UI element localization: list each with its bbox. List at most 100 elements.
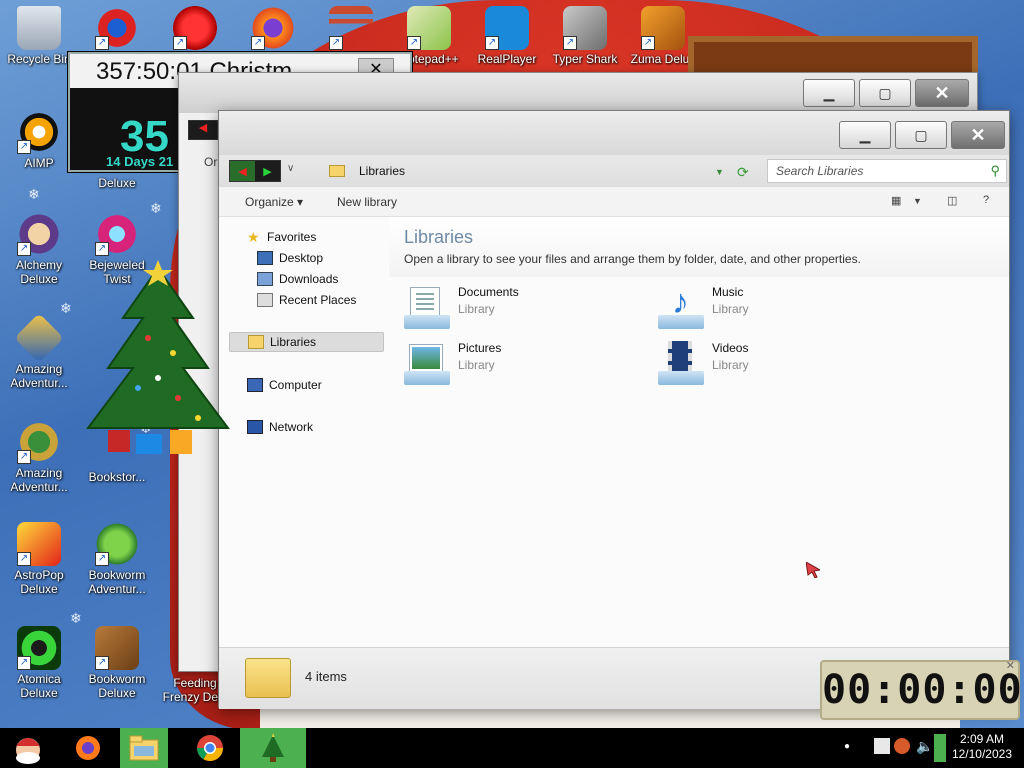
aimp-icon: ↗ — [17, 110, 61, 154]
stopwatch-display: 00:00:00 — [822, 667, 1023, 713]
library-kind: Library — [712, 302, 749, 316]
christmas-tree-gadget[interactable] — [78, 258, 238, 488]
address-dropdown-icon[interactable]: ▼ — [715, 167, 724, 177]
desktop-icon-firefox[interactable]: ↗ — [234, 6, 312, 52]
organize-label: Organize — [245, 195, 294, 209]
snowflake-icon: ❄ — [28, 186, 40, 202]
tray-dot-icon[interactable]: ● — [844, 741, 850, 752]
nav-recent-places[interactable]: Recent Places — [257, 290, 356, 310]
desktop-icon-amazing1[interactable]: Amazing Adventur... — [0, 313, 78, 390]
back-window-nav-button[interactable]: ◀ — [188, 120, 218, 140]
search-icon[interactable]: ⚲ — [990, 163, 1000, 179]
desktop-icon-amazing2[interactable]: ↗ Amazing Adventur... — [0, 420, 78, 494]
nav-libraries[interactable]: Libraries — [229, 332, 384, 352]
desktop-icon-label: AstroPop Deluxe — [14, 568, 64, 596]
gadget-close-icon[interactable]: ✕ — [1006, 660, 1016, 672]
taskbar-explorer[interactable] — [120, 728, 168, 768]
countdown-days: 14 Days 21 — [106, 154, 174, 169]
nav-label: Computer — [269, 378, 322, 392]
taskbar: ● 🔈 2:09 AM 12/10/2023 — [0, 728, 1024, 768]
library-item-music[interactable]: ♪ Music Library — [658, 285, 749, 331]
system-tray: ● 🔈 2:09 AM 12/10/2023 — [824, 728, 1024, 768]
explorer-window-libraries[interactable]: ▁ ▢ ✕ ◀ ▶ ∨ Libraries ▼ ⟳ Search Librari… — [218, 110, 1010, 709]
red-ball-icon: ↗ — [173, 6, 217, 50]
taskbar-christmas-tree[interactable] — [240, 728, 306, 768]
photo-frame-widget — [688, 36, 978, 76]
desktop-icon-realplayer[interactable]: ↗ RealPlayer — [468, 6, 546, 66]
desktop-icon-label: Amazing Adventur... — [10, 362, 68, 390]
new-library-button[interactable]: New library — [337, 195, 397, 209]
library-item-pictures[interactable]: Pictures Library — [404, 341, 501, 387]
stopwatch-gadget[interactable]: 00:00:00 ✕ — [820, 660, 1023, 720]
desktop-icon-label: Recycle Bin — [7, 52, 71, 66]
nav-label: Libraries — [270, 335, 317, 349]
library-item-documents[interactable]: Documents Library — [404, 285, 519, 331]
maximize-button[interactable]: ▢ — [895, 121, 947, 149]
library-kind: Library — [458, 358, 495, 372]
nav-computer[interactable]: Computer — [247, 375, 322, 395]
game-2k-icon: ↗ — [95, 6, 139, 50]
forward-arrow-icon[interactable]: ▶ — [255, 161, 280, 181]
gem-icon: ↗ — [95, 212, 139, 256]
taskbar-chrome[interactable] — [188, 728, 232, 768]
tray-app-icon[interactable] — [894, 738, 910, 754]
close-button[interactable]: ✕ — [915, 79, 969, 107]
library-name: Music — [712, 285, 744, 299]
desktop-icon-atomica[interactable]: ↗ Atomica Deluxe — [0, 626, 78, 700]
desktop-icon-torii[interactable]: ↗ — [312, 6, 390, 52]
library-name: Documents — [458, 285, 519, 299]
organize-button[interactable]: Organize ▾ — [245, 195, 303, 209]
minimize-button[interactable]: ▁ — [839, 121, 891, 149]
help-icon[interactable]: ? — [983, 194, 989, 206]
nav-desktop[interactable]: Desktop — [257, 248, 323, 268]
library-name: Pictures — [458, 341, 502, 355]
libraries-folder-icon — [245, 658, 291, 698]
minimize-button[interactable]: ▁ — [803, 79, 855, 107]
desktop-icon-recycle-bin[interactable]: Recycle Bin — [0, 6, 78, 66]
desktop-icon-typer-shark[interactable]: ↗ Typer Shark — [546, 6, 624, 66]
back-arrow-icon[interactable]: ◀ — [230, 161, 255, 181]
action-center-flag-icon[interactable] — [874, 738, 890, 754]
nav-favorites[interactable]: ★ Favorites — [247, 227, 316, 247]
start-button[interactable] — [0, 728, 56, 768]
desktop-icon-label: Atomica Deluxe — [17, 672, 61, 700]
maximize-button[interactable]: ▢ — [859, 79, 911, 107]
nav-label: Recent Places — [279, 293, 357, 307]
desktop-icon-red-ball[interactable]: ↗ — [156, 6, 234, 52]
recent-pages-chevron-icon[interactable]: ∨ — [287, 163, 294, 174]
desktop-icon-2k[interactable]: ↗ — [78, 6, 156, 52]
search-input[interactable]: Search Libraries ⚲ — [767, 159, 1007, 183]
library-kind: Library — [712, 358, 749, 372]
nav-buttons: ◀ ▶ — [229, 160, 281, 182]
library-item-videos[interactable]: Videos Library — [658, 341, 749, 387]
desktop-icon-alchemy[interactable]: ↗ Alchemy Deluxe — [0, 212, 78, 286]
refresh-icon[interactable]: ⟳ — [737, 164, 749, 181]
library-header: Libraries Open a library to see your fil… — [389, 217, 1009, 277]
view-options-icon[interactable]: ▦ — [891, 194, 901, 207]
nav-label: Downloads — [279, 272, 339, 286]
desktop-icon-aimp[interactable]: ↗ AIMP — [0, 110, 78, 170]
nav-label: Network — [269, 420, 314, 434]
desktop-icon-deluxe[interactable]: Deluxe — [78, 176, 156, 190]
address-field[interactable]: Libraries — [323, 159, 743, 183]
nav-downloads[interactable]: Downloads — [257, 269, 338, 289]
nav-network[interactable]: Network — [247, 417, 313, 437]
taskbar-clock[interactable]: 2:09 AM 12/10/2023 — [952, 732, 1012, 762]
close-button[interactable]: ✕ — [951, 121, 1005, 149]
window-caption-buttons: ▁ ▢ ✕ — [839, 121, 1005, 149]
command-toolbar: Organize ▾ New library ▦ ▼ ◫ ? — [219, 187, 1009, 217]
desktop-icon-bookworm-adv[interactable]: ↗ Bookworm Adventur... — [78, 522, 156, 596]
desktop-icon-label: Bookworm Adventur... — [88, 568, 146, 596]
music-library-icon: ♪ — [658, 285, 704, 331]
battery-meter-icon[interactable] — [934, 734, 946, 762]
library-header-title: Libraries — [404, 227, 474, 247]
preview-pane-icon[interactable]: ◫ — [947, 194, 957, 207]
folder-icon — [329, 165, 345, 177]
volume-icon[interactable]: 🔈 — [916, 738, 933, 755]
taskbar-firefox[interactable] — [66, 728, 110, 768]
radiation-icon: ↗ — [17, 626, 61, 670]
desktop-icon-bookworm[interactable]: ↗ Bookworm Deluxe — [78, 626, 156, 700]
globe-icon: ↗ — [17, 420, 61, 464]
desktop-icon-astropop[interactable]: ↗ AstroPop Deluxe — [0, 522, 78, 596]
view-dropdown-icon[interactable]: ▼ — [913, 196, 922, 206]
